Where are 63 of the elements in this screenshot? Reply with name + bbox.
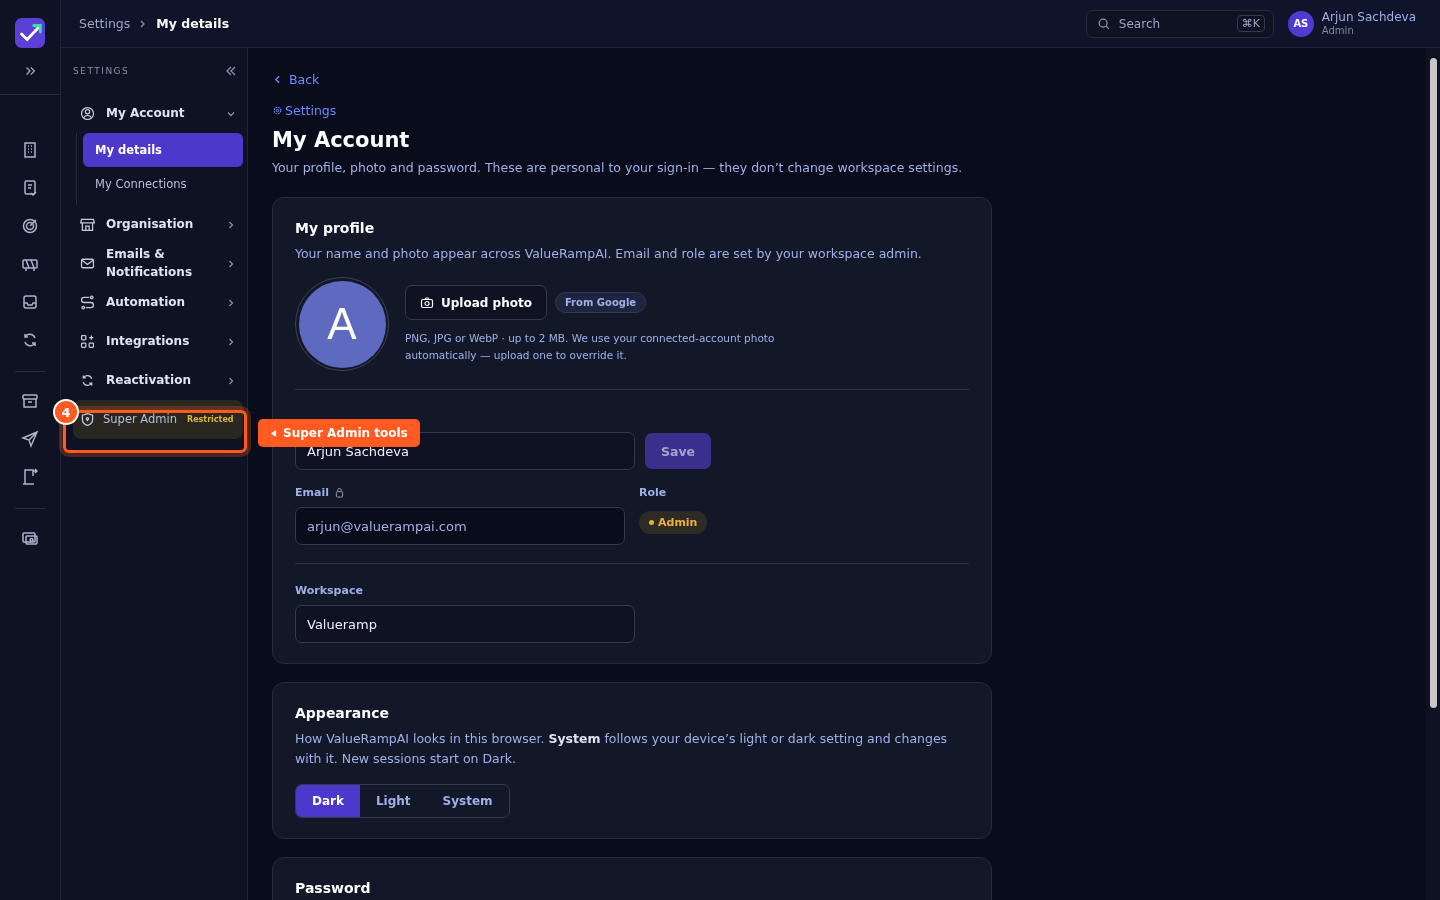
gear-icon	[272, 105, 283, 116]
store-icon	[79, 216, 96, 233]
card-title: Appearance	[295, 705, 390, 722]
settings-link[interactable]: Settings	[285, 103, 337, 118]
card-title: My profile	[295, 220, 376, 236]
door-icon[interactable]	[20, 467, 40, 487]
sub-nav-item[interactable]: My details	[83, 133, 243, 167]
nav-item[interactable]: Organisation	[73, 205, 243, 244]
user-avatar[interactable]: AS	[1287, 10, 1314, 37]
send-icon[interactable]	[20, 429, 40, 449]
page-title: My Account	[272, 128, 411, 152]
theme-option[interactable]: Light	[359, 785, 427, 818]
email-field[interactable]: arjun@valuerampai.com	[295, 507, 625, 546]
field-label: Workspace	[295, 584, 363, 598]
field-label: Email	[295, 486, 329, 500]
role-badge: Admin	[639, 511, 708, 535]
back-link[interactable]: Back	[272, 72, 1402, 87]
nav-label: Emails & Notifications	[106, 246, 194, 281]
card-title: Password	[295, 880, 372, 897]
target-icon[interactable]	[20, 216, 40, 236]
nav-label: Organisation	[106, 215, 195, 233]
page-subtitle: Your profile, photo and password. These are personal to your sign-in — they don’t change workspace settings.	[272, 160, 964, 175]
inbox-icon[interactable]	[20, 292, 40, 312]
nav-label: Reactivation	[106, 371, 192, 389]
user-name: Arjun Sachdeva	[1321, 10, 1416, 25]
nav-item[interactable]: Integrations	[73, 322, 243, 361]
scrollbar[interactable]	[1426, 48, 1440, 900]
nav-item[interactable]: Reactivation	[73, 361, 243, 400]
nav-label: Super Admin	[103, 411, 177, 428]
nav-label: Automation	[106, 293, 187, 311]
current-page: My details	[156, 16, 230, 31]
sidebar-heading: SETTINGS	[73, 66, 130, 76]
shield-icon	[79, 411, 96, 428]
nav-label: My Account	[106, 104, 186, 122]
photo-hint: PNG, JPG or WebP · up to 2 MB. We use your connected-account photo automatically — upload one to override it.	[405, 331, 776, 363]
user-role: Admin	[1321, 24, 1355, 37]
collapse-icon[interactable]	[225, 65, 237, 77]
nav-label: Integrations	[106, 332, 191, 350]
workspace-field[interactable]: Valueramp	[295, 605, 635, 644]
camera-icon	[420, 295, 434, 310]
route-icon	[79, 294, 96, 311]
theme-option[interactable]: System	[426, 785, 509, 818]
card-description: How ValueRampAI looks in this browser. System follows your device’s light or dark setting and changes with it. New sessions start on Dark.	[295, 730, 949, 768]
search-field[interactable]: Search ⌘K	[1085, 9, 1274, 38]
shortcut-key: ⌘K	[1236, 15, 1265, 32]
grid-icon	[79, 333, 96, 350]
theme-option[interactable]: Dark	[296, 785, 360, 818]
nav-item[interactable]: Emails & Notifications	[73, 244, 243, 283]
sub-nav-item[interactable]: My Connections	[83, 167, 243, 201]
nav-item[interactable]: My Account	[73, 94, 243, 133]
app-logo-icon[interactable]	[15, 18, 45, 48]
field-label: Role	[639, 486, 667, 500]
archive-icon[interactable]	[20, 391, 40, 411]
search-input[interactable]: Search	[1116, 15, 1231, 32]
nav-item[interactable]: Automation	[73, 283, 243, 322]
search-icon	[1096, 16, 1111, 31]
breadcrumb-link[interactable]: Settings	[79, 16, 131, 31]
upload-photo-button[interactable]: Upload photo	[405, 285, 547, 321]
pointer-icon	[270, 428, 277, 438]
user-icon	[79, 105, 96, 122]
photo-source-badge: From Google	[554, 292, 647, 314]
expand-icon[interactable]	[23, 64, 37, 78]
card-description: Your name and photo appear across ValueRampAI. Email and role are set by your workspace admin.	[295, 245, 923, 263]
